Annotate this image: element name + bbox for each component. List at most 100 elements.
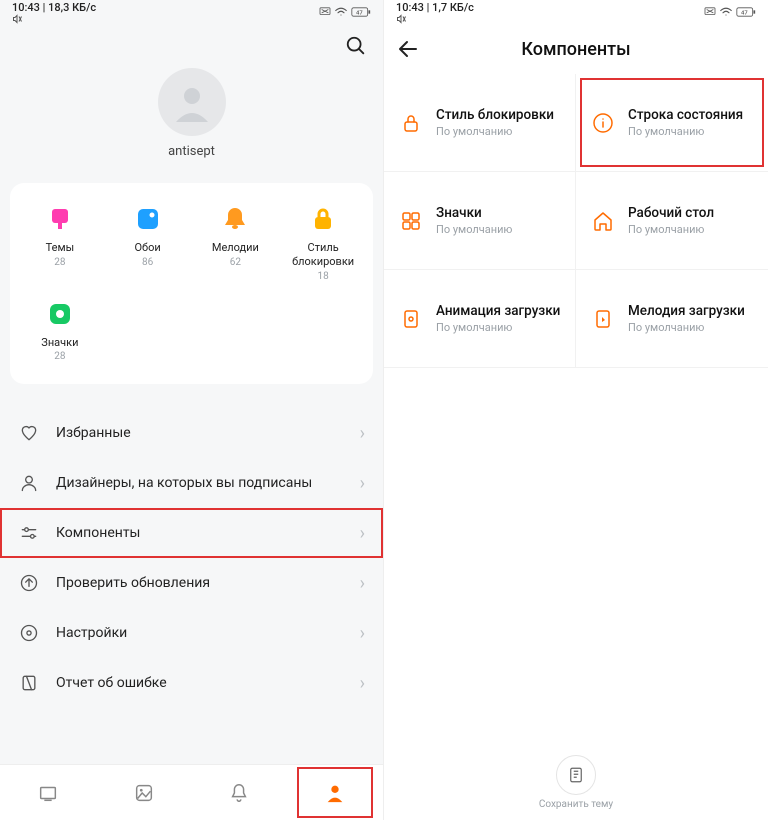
status-right: 47 [319,7,371,17]
grid-icon [398,208,424,234]
component-title: Анимация загрузки [436,303,560,319]
component-title: Рабочий стол [628,205,714,221]
component-text: Стиль блокировки По умолчанию [436,107,554,138]
my-resources-card: Темы 28 Обои 86 Мелодии 62 Стиль блокиро… [10,183,373,384]
cell-icon [319,7,331,17]
component-grid[interactable]: Значки По умолчанию [384,172,576,270]
icons-icon [44,298,76,330]
menu-label: Компоненты [56,525,360,541]
tile-icons[interactable]: Значки 28 [16,294,104,375]
component-boot-anim[interactable]: Анимация загрузки По умолчанию [384,270,576,368]
component-subtitle: По умолчанию [436,321,560,334]
ringtones-icon [219,203,251,235]
components-grid: Стиль блокировки По умолчанию Строка сос… [384,74,768,368]
battery-icon: 47 [736,7,756,17]
component-subtitle: По умолчанию [436,223,512,236]
boot-anim-icon [398,306,424,332]
nav-wallpapers[interactable] [96,765,192,820]
menu-sliders[interactable]: Компоненты › [0,508,383,558]
save-theme-block: Сохранить тему [384,755,768,810]
themes-icon [44,203,76,235]
menu-report[interactable]: Отчет об ошибке › [0,658,383,708]
tile-label: Обои [104,241,192,255]
upload-icon [18,573,40,593]
wifi-icon [720,7,732,17]
component-subtitle: По умолчанию [628,125,743,138]
chevron-right-icon: › [360,423,365,444]
menu-person[interactable]: Дизайнеры, на которых вы подписаны › [0,458,383,508]
wifi-icon [335,7,347,17]
component-title: Строка состояния [628,107,743,123]
component-boot-sound[interactable]: Мелодия загрузки По умолчанию [576,270,768,368]
back-icon[interactable] [396,37,420,61]
mute-icon [12,14,96,24]
menu-label: Избранные [56,425,360,441]
home-icon [590,208,616,234]
wallpapers-icon [132,203,164,235]
menu-heart[interactable]: Избранные › [0,408,383,458]
profile-topbar [0,24,383,68]
tile-label: Мелодии [192,241,280,255]
chevron-right-icon: › [360,473,365,494]
bottom-nav [0,764,383,820]
profile-block[interactable]: antisept [0,68,383,177]
tile-ringtones[interactable]: Мелодии 62 [192,199,280,294]
component-text: Анимация загрузки По умолчанию [436,303,560,334]
battery-icon: 47 [351,7,371,17]
menu-list: Избранные › Дизайнеры, на которых вы под… [0,408,383,708]
person-icon [18,473,40,493]
save-theme-label: Сохранить тему [539,799,613,810]
avatar [158,68,226,136]
component-subtitle: По умолчанию [628,321,745,334]
menu-label: Отчет об ошибке [56,675,360,691]
search-icon[interactable] [345,35,367,57]
components-topbar: Компоненты [384,24,768,74]
status-bar: 10:43 | 18,3 КБ/с 47 [0,0,383,24]
report-icon [18,673,40,693]
nav-home[interactable] [0,765,96,820]
tile-label: Значки [16,336,104,350]
component-info[interactable]: Строка состояния По умолчанию [576,74,768,172]
lock-icon [398,110,424,136]
component-home[interactable]: Рабочий стол По умолчанию [576,172,768,270]
component-title: Стиль блокировки [436,107,554,123]
tile-themes[interactable]: Темы 28 [16,199,104,294]
menu-gear[interactable]: Настройки › [0,608,383,658]
svg-text:47: 47 [356,11,363,17]
status-right: 47 [704,7,756,17]
mute-icon [396,14,474,24]
clock: 10:43 [12,1,40,14]
component-subtitle: По умолчанию [628,223,714,236]
save-theme-button[interactable] [556,755,596,795]
info-icon [590,110,616,136]
nav-ringtones[interactable] [192,765,288,820]
component-lock[interactable]: Стиль блокировки По умолчанию [384,74,576,172]
menu-label: Настройки [56,625,360,641]
status-left: 10:43 | 18,3 КБ/с [12,1,96,24]
heart-icon [18,423,40,443]
component-title: Значки [436,205,512,221]
svg-text:47: 47 [741,11,748,17]
sliders-icon [18,523,40,543]
menu-label: Проверить обновления [56,575,360,591]
boot-sound-icon [590,306,616,332]
tile-count: 62 [192,257,280,268]
tile-lockstyle[interactable]: Стиль блокировки 18 [279,199,367,294]
menu-upload[interactable]: Проверить обновления › [0,558,383,608]
component-text: Значки По умолчанию [436,205,512,236]
username: antisept [168,144,215,159]
chevron-right-icon: › [360,673,365,694]
tile-wallpapers[interactable]: Обои 86 [104,199,192,294]
net-speed: 1,7 КБ/с [432,1,474,14]
screen-profile: 10:43 | 18,3 КБ/с 47 antisept Темы 28 Об… [0,0,384,820]
cell-icon [704,7,716,17]
menu-label: Дизайнеры, на которых вы подписаны [56,475,360,491]
component-text: Строка состояния По умолчанию [628,107,743,138]
tile-count: 28 [16,351,104,362]
tile-count: 86 [104,257,192,268]
component-text: Рабочий стол По умолчанию [628,205,714,236]
screen-components: 10:43 | 1,7 КБ/с 47 Компоненты Стиль бло… [384,0,768,820]
chevron-right-icon: › [360,523,365,544]
component-subtitle: По умолчанию [436,125,554,138]
nav-profile[interactable] [287,765,383,820]
